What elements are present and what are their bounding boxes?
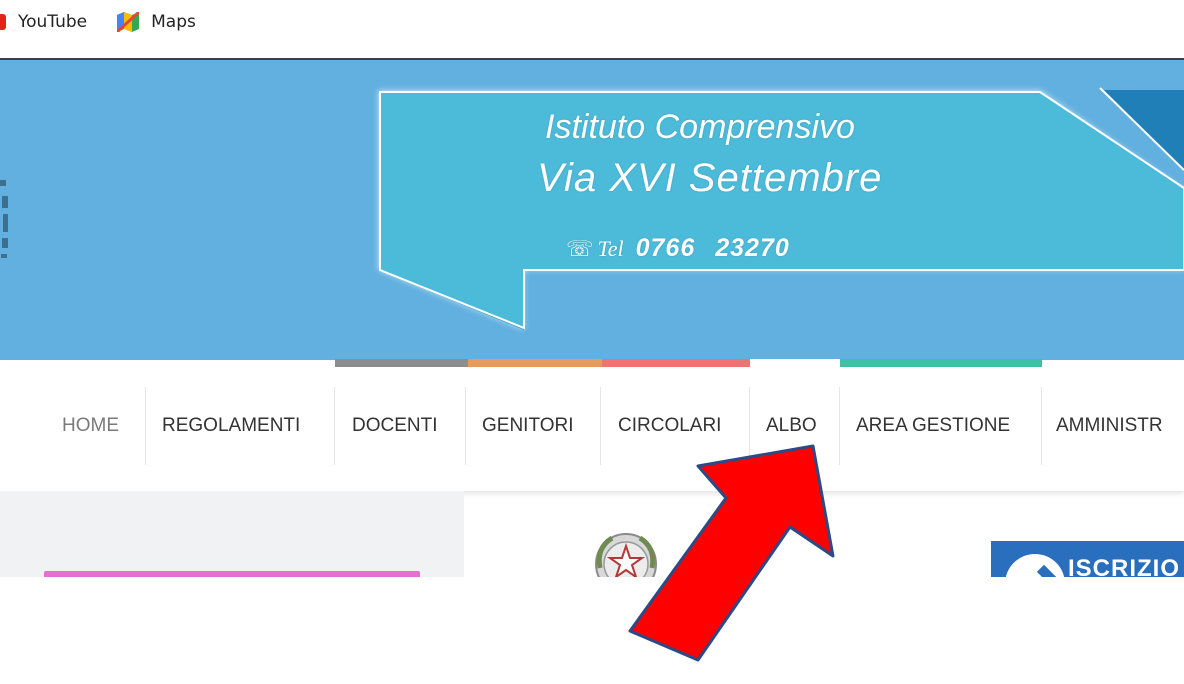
bookmark-maps[interactable]: Maps — [109, 8, 204, 36]
nav-item-regolamenti[interactable]: REGOLAMENTI — [162, 387, 300, 465]
italian-republic-emblem-icon — [595, 533, 657, 578]
bookmarks-bar: YouTube Maps — [0, 0, 1184, 44]
nav-item-albo[interactable]: ALBO — [766, 387, 817, 465]
nav-item-area-gestione[interactable]: AREA GESTIONE — [856, 387, 1010, 465]
main-navigation: HOME REGOLAMENTI DOCENTI GENITORI CIRCOL… — [0, 367, 1184, 491]
bookmark-youtube-label: YouTube — [18, 12, 88, 32]
strip-segment-green — [840, 359, 1042, 367]
nav-separator — [1041, 387, 1042, 465]
phone-icon: ☏ — [566, 236, 594, 261]
nav-item-docenti[interactable]: DOCENTI — [352, 387, 438, 465]
banner-line2: Via XVI Settembre — [537, 156, 883, 200]
page: YouTube Maps Istituto Comprensivo Via XV… — [0, 0, 1184, 684]
banner-graphic — [0, 87, 1184, 330]
sidebar-panel — [0, 491, 464, 577]
youtube-icon — [0, 14, 6, 30]
nav-item-circolari[interactable]: CIRCOLARI — [618, 387, 721, 465]
nav-separator — [600, 387, 601, 465]
iscrizioni-label: ISCRIZIO — [1068, 555, 1181, 577]
banner-tel-number: 23270 — [715, 234, 790, 262]
strip-segment-orange — [468, 359, 602, 367]
strip-segment-white — [750, 359, 840, 367]
nav-separator — [334, 387, 335, 465]
iscrizioni-banner[interactable]: ISCRIZIO — [991, 541, 1184, 577]
google-maps-icon — [117, 12, 140, 32]
banner-tel-label: Tel — [597, 236, 624, 261]
header-banner[interactable]: Istituto Comprensivo Via XVI Settembre ☏… — [0, 58, 1184, 360]
banner-phone: ☏ Tel 0766 23270 — [566, 234, 790, 263]
nav-separator — [839, 387, 840, 465]
nav-item-genitori[interactable]: GENITORI — [482, 387, 574, 465]
nav-separator — [465, 387, 466, 465]
banner-tel-prefix: 0766 — [635, 234, 696, 262]
blank-area — [0, 577, 1184, 684]
nav-separator — [749, 387, 750, 465]
strip-segment-red — [602, 359, 750, 367]
nav-item-amministrazione[interactable]: AMMINISTR — [1056, 387, 1163, 465]
bookmark-youtube[interactable]: YouTube — [0, 8, 95, 36]
bookmark-maps-label: Maps — [151, 12, 196, 32]
nav-separator — [145, 387, 146, 465]
iscrizioni-arrow-icon — [1005, 554, 1066, 577]
banner-line1: Istituto Comprensivo — [545, 108, 855, 146]
strip-segment-gray — [335, 359, 468, 367]
nav-item-home[interactable]: HOME — [62, 387, 119, 465]
